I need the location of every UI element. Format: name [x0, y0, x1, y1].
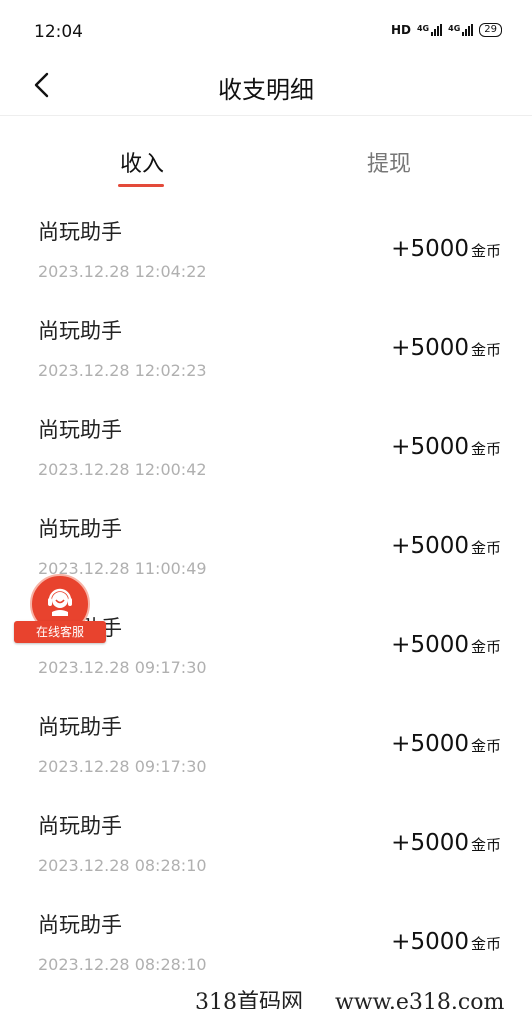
status-time: 12:04: [34, 22, 83, 42]
tab-income[interactable]: 收入: [120, 146, 164, 178]
status-bar: 12:04 HD 4G 4G 29: [0, 0, 532, 62]
headset-agent-icon: [48, 588, 72, 616]
list-item: 尚玩助手 2023.12.28 12:04:22 +5000 金币: [0, 208, 532, 307]
amount-value: +5000: [391, 236, 469, 262]
record-time: 2023.12.28 12:04:22: [38, 262, 207, 281]
amount-unit: 金币: [470, 341, 501, 359]
active-tab-indicator: [118, 184, 164, 187]
record-time: 2023.12.28 12:00:42: [38, 460, 207, 479]
record-amount: +5000 金币: [391, 731, 501, 757]
amount-unit: 金币: [470, 440, 501, 458]
amount-unit: 金币: [470, 836, 501, 854]
signal-icon: 4G: [448, 24, 474, 36]
tab-bar: 收入 提现: [0, 132, 532, 192]
amount-value: +5000: [391, 929, 469, 955]
amount-value: +5000: [391, 335, 469, 361]
record-name: 尚玩助手: [38, 814, 122, 838]
record-amount: +5000 金币: [391, 533, 501, 559]
list-item: 尚玩助手 2023.12.28 12:02:23 +5000 金币: [0, 307, 532, 406]
amount-unit: 金币: [470, 539, 501, 557]
watermark-site: 318首码网: [195, 990, 303, 1009]
record-amount: +5000 金币: [391, 929, 501, 955]
record-amount: +5000 金币: [391, 632, 501, 658]
record-amount: +5000 金币: [391, 236, 501, 262]
service-label: 在线客服: [14, 621, 106, 643]
hd-label: HD: [390, 23, 411, 37]
list-item: 尚玩助手 2023.12.28 12:00:42 +5000 金币: [0, 406, 532, 505]
amount-unit: 金币: [470, 638, 501, 656]
signal-icon: 4G: [416, 24, 443, 36]
amount-unit: 金币: [470, 242, 501, 260]
amount-value: +5000: [391, 830, 469, 856]
record-time: 2023.12.28 08:28:10: [38, 856, 207, 875]
amount-value: +5000: [391, 632, 469, 658]
record-name: 尚玩助手: [38, 913, 122, 937]
record-time: 2023.12.28 09:17:30: [38, 757, 207, 776]
record-name: 尚玩助手: [38, 715, 122, 739]
amount-unit: 金币: [470, 935, 501, 953]
record-amount: +5000 金币: [391, 830, 501, 856]
list-item: 尚玩助手 2023.12.28 09:17:30 +5000 金币: [0, 703, 532, 802]
amount-unit: 金币: [470, 737, 501, 755]
watermark-url: www.e318.com: [335, 990, 505, 1009]
status-icons: HD 4G 4G 29: [391, 23, 502, 37]
network-type-label: 4G: [448, 24, 461, 33]
amount-value: +5000: [391, 434, 469, 460]
record-amount: +5000 金币: [391, 335, 501, 361]
network-type-label: 4G: [416, 24, 430, 33]
record-time: 2023.12.28 09:17:30: [38, 658, 207, 677]
record-amount: +5000 金币: [391, 434, 501, 460]
amount-value: +5000: [391, 533, 469, 559]
nav-header: 收支明细: [0, 62, 532, 116]
record-name: 尚玩助手: [38, 418, 122, 442]
page-title: 收支明细: [218, 76, 314, 104]
online-service-button[interactable]: 在线客服: [14, 574, 106, 646]
battery-icon: 29: [479, 23, 502, 37]
record-name: 尚玩助手: [38, 220, 122, 244]
record-time: 2023.12.28 08:28:10: [38, 955, 207, 974]
amount-value: +5000: [391, 731, 469, 757]
record-name: 尚玩助手: [38, 517, 122, 541]
list-item: 尚玩助手 2023.12.28 08:28:10 +5000 金币: [0, 802, 532, 901]
record-name: 尚玩助手: [38, 319, 122, 343]
tab-withdraw[interactable]: 提现: [367, 146, 411, 178]
record-time: 2023.12.28 12:02:23: [38, 361, 207, 380]
watermark: 318首码网 www.e318.com: [195, 984, 504, 1009]
